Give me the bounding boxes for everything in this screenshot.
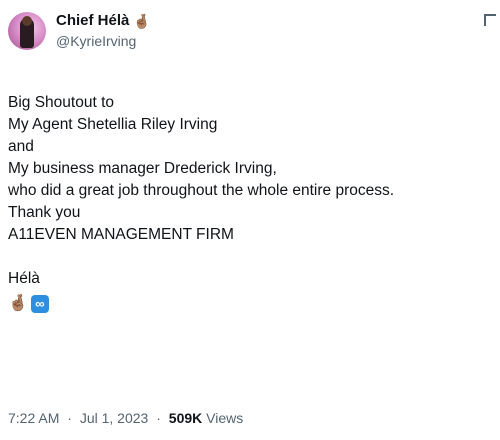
display-name-row[interactable]: Chief Hélà 🤞🏽 [56,12,151,30]
tweet-header: Chief Hélà 🤞🏽 @KyrieIrving [8,12,151,50]
tweet-card: Chief Hélà 🤞🏽 @KyrieIrving Big Shoutout … [0,0,500,440]
tweet-meta: 7:22 AM · Jul 1, 2023 · 509K Views [8,410,243,426]
tweet-line: My business manager Drederick Irving, [8,160,277,177]
crossed-fingers-icon: 🤞🏽 [8,295,28,312]
tweet-time[interactable]: 7:22 AM [8,410,59,426]
tweet-date[interactable]: Jul 1, 2023 [80,410,149,426]
infinity-icon: ∞ [30,295,49,313]
avatar[interactable] [8,12,46,50]
user-handle[interactable]: @KyrieIrving [56,32,151,50]
tweet-line: Big Shoutout to [8,94,114,111]
display-name[interactable]: Chief Hélà [56,12,129,30]
avatar-head [22,16,32,26]
tweet-line: My Agent Shetellia Riley Irving [8,116,218,133]
tweet-text: Big Shoutout to My Agent Shetellia Riley… [8,92,488,316]
tweet-line: and [8,138,34,155]
tweet-line: who did a great job throughout the whole… [8,182,395,199]
signature-emojis: 🤞🏽 ∞ [8,292,488,316]
views-count[interactable]: 509K [169,410,202,426]
signature: Hélà [8,270,40,287]
tweet-line: A11EVEN MANAGEMENT FIRM [8,226,234,243]
meta-separator: · [67,410,72,426]
tweet-line: Thank you [8,204,81,221]
author-names: Chief Hélà 🤞🏽 @KyrieIrving [56,12,151,50]
crossed-fingers-icon: 🤞🏽 [133,13,151,29]
meta-separator: · [156,410,161,426]
chevron-icon[interactable] [484,14,496,26]
views-label: Views [206,410,244,426]
